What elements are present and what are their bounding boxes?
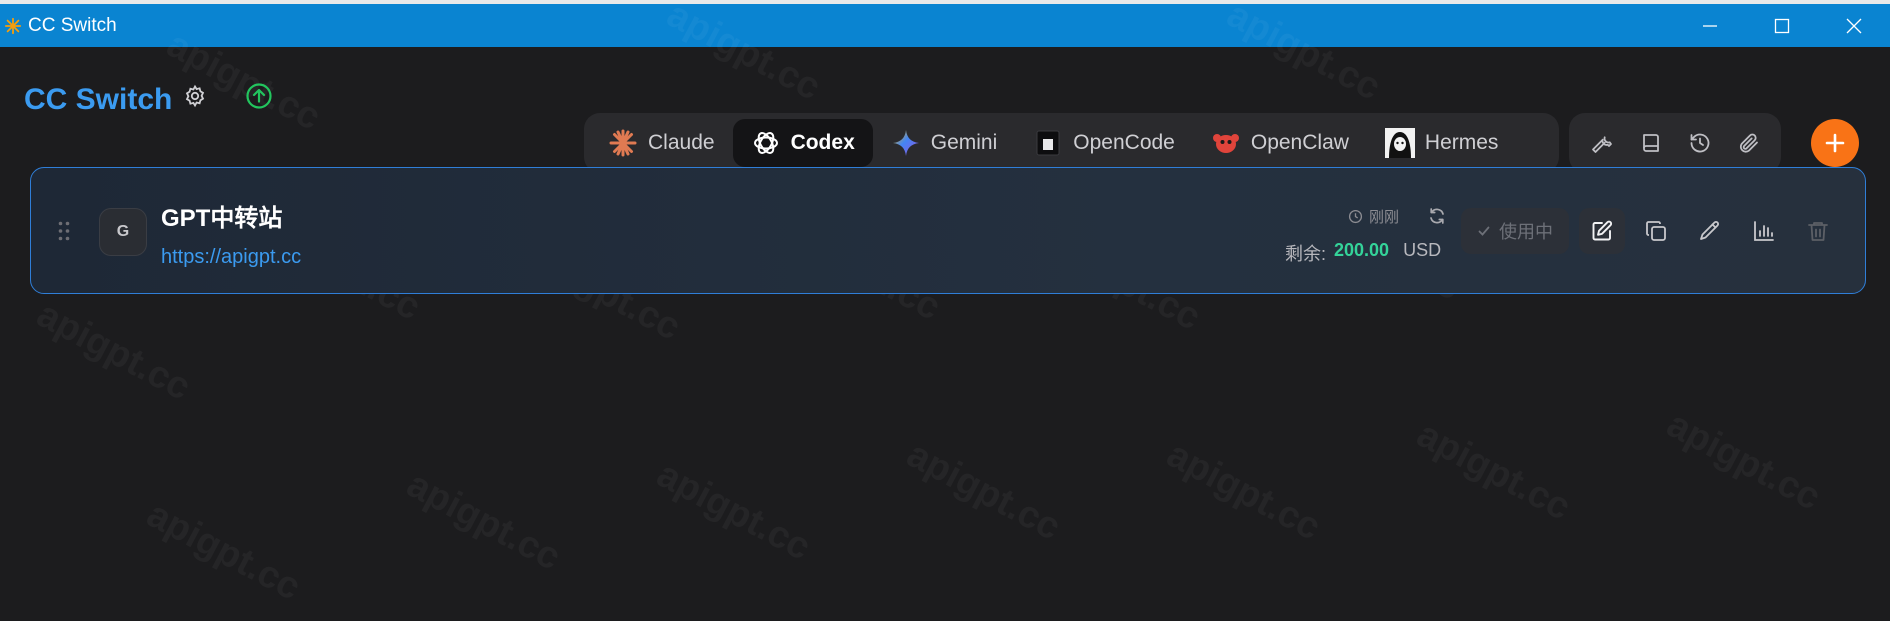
tab-codex[interactable]: Codex	[732, 119, 873, 167]
tab-hermes[interactable]: Hermes	[1367, 119, 1517, 167]
usage-stats-button[interactable]	[1741, 208, 1787, 254]
edit-icon	[1592, 220, 1612, 241]
minimize-icon	[1703, 24, 1717, 27]
gear-icon	[185, 84, 205, 108]
tab-openclaw[interactable]: OpenClaw	[1193, 119, 1367, 167]
book-icon	[1642, 134, 1659, 152]
tab-gemini[interactable]: Gemini	[873, 119, 1016, 167]
watermark-text: apigpt.cc	[1660, 403, 1827, 519]
tools-button[interactable]	[1582, 123, 1622, 163]
tab-label: Claude	[648, 131, 715, 154]
usage-time-text: 刚刚	[1369, 209, 1400, 226]
hermes-icon	[1384, 128, 1415, 158]
tab-label: OpenCode	[1073, 131, 1175, 154]
watermark-text: apigpt.cc	[650, 453, 817, 569]
pencil-icon	[1700, 221, 1719, 240]
refresh-button[interactable]	[1425, 204, 1449, 228]
check-icon	[1478, 226, 1490, 236]
usage-updated: 刚刚	[1348, 206, 1399, 227]
watermark-text: apigpt.cc	[400, 463, 567, 579]
balance-value: 200.00	[1334, 240, 1390, 260]
tab-claude[interactable]: Claude	[590, 119, 733, 167]
in-use-button[interactable]: 使用中	[1461, 208, 1569, 254]
provider-avatar: G	[99, 208, 147, 256]
arrow-up-circle-icon	[246, 83, 272, 109]
settings-button[interactable]	[180, 81, 210, 111]
clock-icon	[1348, 209, 1363, 224]
opencode-icon	[1033, 128, 1063, 158]
wrench-icon	[1591, 136, 1612, 153]
bar-chart-icon	[1754, 221, 1774, 241]
provider-card[interactable]: G GPT中转站 https://apigpt.cc 刚刚 剩余: 200.00…	[30, 167, 1866, 294]
duplicate-button[interactable]	[1633, 208, 1679, 254]
app-tabs: Claude Codex Gemini OpenCode OpenClaw He…	[584, 113, 1559, 173]
gemini-icon	[891, 128, 921, 158]
close-button[interactable]	[1818, 4, 1890, 47]
tab-label: Gemini	[930, 131, 998, 154]
watermark-text: apigpt.cc	[140, 493, 307, 609]
balance-label: 剩余:	[1285, 244, 1327, 264]
openclaw-icon	[1211, 128, 1241, 158]
docs-button[interactable]	[1631, 123, 1671, 163]
update-button[interactable]	[244, 81, 274, 111]
window-titlebar: CC Switch	[0, 4, 1890, 47]
maximize-icon	[1774, 18, 1790, 33]
provider-url-link[interactable]: https://apigpt.cc	[161, 246, 301, 269]
tab-label: Codex	[790, 131, 855, 154]
watermark-text: apigpt.cc	[900, 433, 1067, 549]
trash-icon	[1808, 222, 1828, 241]
paperclip-icon	[1739, 133, 1758, 153]
balance-unit: USD	[1403, 240, 1442, 260]
history-icon	[1690, 133, 1709, 153]
attachment-button[interactable]	[1729, 123, 1769, 163]
app-header: CC Switch Claude Codex Gemini OpenCode O…	[0, 47, 1890, 173]
in-use-label: 使用中	[1499, 222, 1553, 242]
maximize-button[interactable]	[1746, 4, 1818, 47]
tab-opencode[interactable]: OpenCode	[1015, 119, 1193, 167]
minimize-button[interactable]	[1674, 4, 1746, 47]
window-title: CC Switch	[28, 14, 117, 36]
toolbar	[1569, 113, 1781, 173]
plus-icon	[1825, 133, 1845, 153]
watermark-text: apigpt.cc	[30, 293, 197, 409]
watermark-text: apigpt.cc	[1410, 413, 1577, 529]
edit-button[interactable]	[1579, 208, 1625, 254]
app-logo-icon	[4, 17, 22, 34]
tab-label: OpenClaw	[1250, 131, 1349, 154]
history-button[interactable]	[1680, 123, 1720, 163]
delete-button[interactable]	[1795, 208, 1841, 254]
close-icon	[1846, 18, 1862, 33]
drag-handle-icon[interactable]	[57, 220, 71, 242]
copy-icon	[1646, 221, 1666, 241]
watermark-text: apigpt.cc	[1160, 433, 1327, 549]
codex-icon	[751, 128, 781, 158]
add-provider-button[interactable]	[1811, 119, 1859, 167]
balance-info: 剩余: 200.00 USD	[1285, 240, 1441, 266]
claude-icon	[608, 128, 638, 158]
test-button[interactable]	[1687, 208, 1733, 254]
refresh-icon	[1430, 208, 1444, 224]
provider-name: GPT中转站	[161, 205, 283, 232]
brand-title: CC Switch	[24, 83, 173, 116]
tab-label: Hermes	[1424, 131, 1499, 154]
